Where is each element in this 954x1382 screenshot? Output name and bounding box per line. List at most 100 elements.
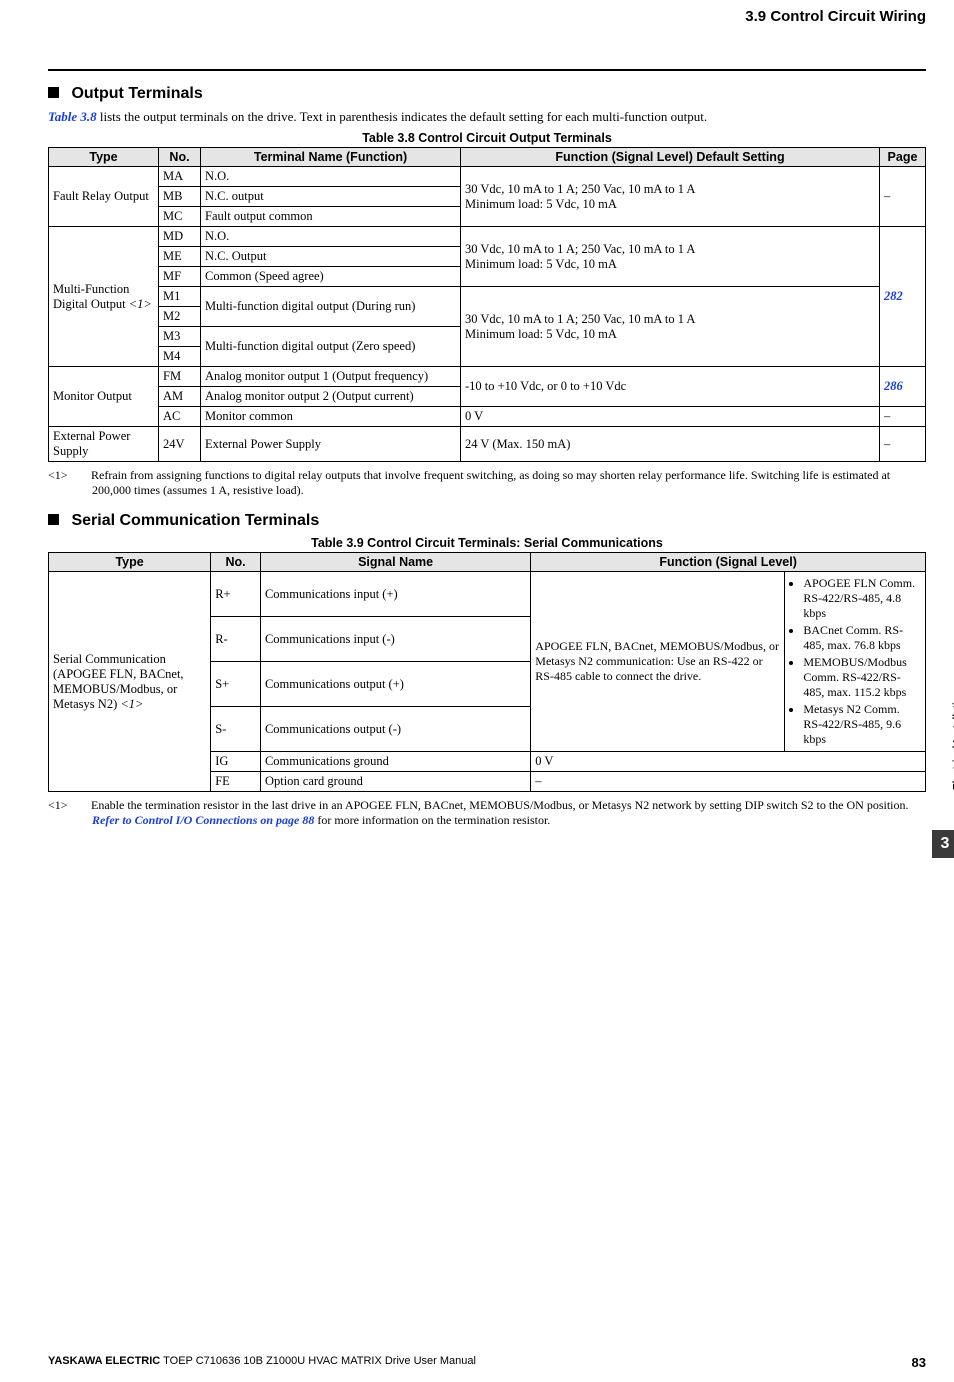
table-header-row: Type No. Signal Name Function (Signal Le… bbox=[49, 553, 926, 572]
col-no: No. bbox=[159, 148, 201, 167]
cell-name: Communications ground bbox=[260, 752, 530, 772]
cell-no: MB bbox=[159, 187, 201, 207]
cell-no: M1 bbox=[159, 287, 201, 307]
table-row: Monitor Output FM Analog monitor output … bbox=[49, 367, 926, 387]
heading-text: Output Terminals bbox=[71, 85, 202, 102]
cell-name: Analog monitor output 1 (Output frequenc… bbox=[201, 367, 461, 387]
cell-no: S+ bbox=[211, 662, 261, 707]
table-3-8: Type No. Terminal Name (Function) Functi… bbox=[48, 147, 926, 462]
intro-rest: lists the output terminals on the drive.… bbox=[97, 109, 707, 124]
col-page: Page bbox=[880, 148, 926, 167]
table-row: Fault Relay Output MA N.O. 30 Vdc, 10 mA… bbox=[49, 167, 926, 187]
intro-paragraph: Table 3.8 lists the output terminals on … bbox=[48, 109, 926, 125]
table-row: Serial Communication (APOGEE FLN, BACnet… bbox=[49, 572, 926, 617]
cell-no: M4 bbox=[159, 347, 201, 367]
cell-func: 30 Vdc, 10 mA to 1 A; 250 Vac, 10 mA to … bbox=[461, 227, 880, 287]
footnote-pre: Enable the termination resistor in the l… bbox=[91, 798, 909, 812]
footnote-post: for more information on the termination … bbox=[314, 813, 550, 827]
table-3-9-caption: Table 3.9 Control Circuit Terminals: Ser… bbox=[48, 536, 926, 550]
cell-name: Common (Speed agree) bbox=[201, 267, 461, 287]
cell-name: Communications input (+) bbox=[260, 572, 530, 617]
heading-serial-terminals: Serial Communication Terminals bbox=[48, 512, 926, 530]
table-3-8-caption: Table 3.8 Control Circuit Output Termina… bbox=[48, 131, 926, 145]
chapter-tab: 3 bbox=[932, 830, 954, 858]
footnote-2: <1> Enable the termination resistor in t… bbox=[48, 798, 926, 828]
cell-name: Monitor common bbox=[201, 407, 461, 427]
cross-ref-link[interactable]: Refer to Control I/O Connections on page… bbox=[92, 813, 314, 827]
square-bullet-icon bbox=[48, 87, 59, 98]
col-type: Type bbox=[49, 553, 211, 572]
cell-no: M2 bbox=[159, 307, 201, 327]
signal-level-list: APOGEE FLN Comm. RS-422/RS-485, 4.8 kbps… bbox=[789, 576, 921, 747]
cell-name: Multi-function digital output (Zero spee… bbox=[201, 327, 461, 367]
cell-no: 24V bbox=[159, 427, 201, 462]
footnote-text: Refrain from assigning functions to digi… bbox=[91, 468, 890, 497]
cell-page: – bbox=[880, 427, 926, 462]
page-number: 83 bbox=[912, 1355, 926, 1370]
table-ref-link[interactable]: Table 3.8 bbox=[48, 109, 97, 124]
col-name: Signal Name bbox=[260, 553, 530, 572]
header-rule bbox=[48, 69, 926, 71]
list-item: BACnet Comm. RS-485, max. 76.8 kbps bbox=[803, 623, 921, 653]
table-row: External Power Supply 24V External Power… bbox=[49, 427, 926, 462]
cell-name: External Power Supply bbox=[201, 427, 461, 462]
cell-func: 0 V bbox=[531, 752, 926, 772]
cell-func-list: APOGEE FLN Comm. RS-422/RS-485, 4.8 kbps… bbox=[785, 572, 926, 752]
cell-name: Communications output (+) bbox=[260, 662, 530, 707]
cell-no: S- bbox=[211, 707, 261, 752]
list-item: MEMOBUS/Modbus Comm. RS-422/RS-485, max.… bbox=[803, 655, 921, 700]
heading-text: Serial Communication Terminals bbox=[71, 512, 319, 529]
cell-no: MA bbox=[159, 167, 201, 187]
cell-type: Monitor Output bbox=[49, 367, 159, 427]
heading-output-terminals: Output Terminals bbox=[48, 85, 926, 103]
cell-name: Multi-function digital output (During ru… bbox=[201, 287, 461, 327]
cell-page: – bbox=[880, 167, 926, 227]
cell-page: – bbox=[880, 407, 926, 427]
cell-type: External Power Supply bbox=[49, 427, 159, 462]
cell-no: MF bbox=[159, 267, 201, 287]
cell-name: Communications output (-) bbox=[260, 707, 530, 752]
cell-func: 24 V (Max. 150 mA) bbox=[461, 427, 880, 462]
cell-func: – bbox=[531, 772, 926, 792]
cell-name: N.O. bbox=[201, 167, 461, 187]
cell-name: N.O. bbox=[201, 227, 461, 247]
page-link[interactable]: 286 bbox=[880, 367, 926, 407]
cell-name: Option card ground bbox=[260, 772, 530, 792]
cell-name: Fault output common bbox=[201, 207, 461, 227]
table-row: Multi-Function Digital Output <1> MD N.O… bbox=[49, 227, 926, 247]
cell-no: ME bbox=[159, 247, 201, 267]
cell-name: N.C. Output bbox=[201, 247, 461, 267]
cell-func-shared: APOGEE FLN, BACnet, MEMOBUS/Modbus, or M… bbox=[531, 572, 785, 752]
cell-type: Serial Communication (APOGEE FLN, BACnet… bbox=[49, 572, 211, 792]
footnote-ref: <1> bbox=[120, 697, 143, 711]
page-link[interactable]: 282 bbox=[880, 227, 926, 367]
cell-name: Communications input (-) bbox=[260, 617, 530, 662]
cell-func: 0 V bbox=[461, 407, 880, 427]
cell-no: M3 bbox=[159, 327, 201, 347]
cell-no: FM bbox=[159, 367, 201, 387]
running-header: 3.9 Control Circuit Wiring bbox=[48, 0, 926, 29]
col-func: Function (Signal Level) Default Setting bbox=[461, 148, 880, 167]
cell-func: -10 to +10 Vdc, or 0 to +10 Vdc bbox=[461, 367, 880, 407]
cell-no: FE bbox=[211, 772, 261, 792]
list-item: APOGEE FLN Comm. RS-422/RS-485, 4.8 kbps bbox=[803, 576, 921, 621]
cell-no: R- bbox=[211, 617, 261, 662]
cell-no: AC bbox=[159, 407, 201, 427]
table-row: M1 Multi-function digital output (During… bbox=[49, 287, 926, 307]
footnote-tag: <1> bbox=[48, 468, 88, 483]
col-no: No. bbox=[211, 553, 261, 572]
table-row: AC Monitor common 0 V – bbox=[49, 407, 926, 427]
footer-brand: YASKAWA ELECTRIC bbox=[48, 1355, 160, 1367]
list-item: Metasys N2 Comm. RS-422/RS-485, 9.6 kbps bbox=[803, 702, 921, 747]
cell-type: Multi-Function Digital Output <1> bbox=[49, 227, 159, 367]
cell-no: IG bbox=[211, 752, 261, 772]
footnote-1: <1> Refrain from assigning functions to … bbox=[48, 468, 926, 498]
col-type: Type bbox=[49, 148, 159, 167]
cell-func: 30 Vdc, 10 mA to 1 A; 250 Vac, 10 mA to … bbox=[461, 167, 880, 227]
cell-type: Fault Relay Output bbox=[49, 167, 159, 227]
cell-no: AM bbox=[159, 387, 201, 407]
footnote-tag: <1> bbox=[48, 798, 88, 813]
table-header-row: Type No. Terminal Name (Function) Functi… bbox=[49, 148, 926, 167]
cell-no: MC bbox=[159, 207, 201, 227]
cell-func: 30 Vdc, 10 mA to 1 A; 250 Vac, 10 mA to … bbox=[461, 287, 880, 367]
